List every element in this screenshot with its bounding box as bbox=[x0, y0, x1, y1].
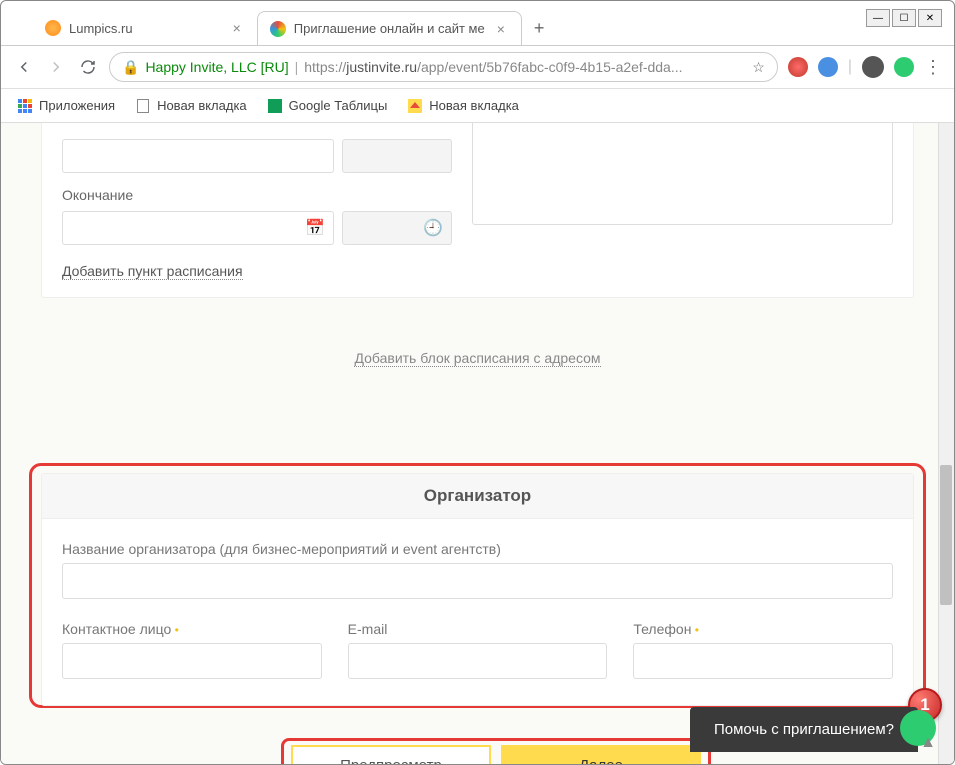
help-popup[interactable]: Помочь с приглашением? bbox=[690, 707, 918, 752]
close-icon[interactable]: × bbox=[229, 20, 245, 36]
menu-icon[interactable]: ⋮ bbox=[924, 57, 942, 78]
description-textarea[interactable] bbox=[472, 123, 893, 225]
phone-label: Телефон bbox=[633, 621, 893, 637]
address-bar[interactable]: 🔒 Happy Invite, LLC [RU] | https://justi… bbox=[109, 52, 778, 82]
calendar-icon: 📅 bbox=[305, 218, 325, 238]
page-icon bbox=[137, 99, 149, 113]
favicon-icon bbox=[270, 21, 286, 37]
window-close[interactable]: ✕ bbox=[918, 9, 942, 27]
date-input[interactable] bbox=[62, 139, 334, 173]
scrollbar-track[interactable] bbox=[938, 123, 954, 764]
image-icon bbox=[408, 99, 422, 113]
lock-icon: 🔒 bbox=[122, 59, 139, 76]
tab-lumpics[interactable]: Lumpics.ru × bbox=[33, 11, 257, 45]
bookmark-item[interactable]: Новая вкладка bbox=[407, 98, 519, 114]
back-button[interactable] bbox=[13, 56, 35, 78]
apps-button[interactable]: Приложения bbox=[17, 98, 115, 114]
organizer-name-label: Название организатора (для бизнес-меропр… bbox=[62, 541, 893, 557]
contact-input[interactable] bbox=[62, 643, 322, 679]
extension-icon[interactable] bbox=[818, 57, 838, 77]
add-schedule-item-link[interactable]: Добавить пункт расписания bbox=[62, 263, 243, 280]
scrollbar-thumb[interactable] bbox=[940, 465, 952, 605]
new-tab-button[interactable]: + bbox=[522, 18, 557, 39]
end-time-input[interactable]: 🕘 bbox=[342, 211, 452, 245]
bookmark-item[interactable]: Новая вкладка bbox=[135, 98, 247, 114]
bookmark-label: Приложения bbox=[39, 98, 115, 113]
extension-icon[interactable] bbox=[894, 57, 914, 77]
end-label: Окончание bbox=[62, 187, 452, 203]
contact-label: Контактное лицо bbox=[62, 621, 322, 637]
window-maximize[interactable]: ☐ bbox=[892, 9, 916, 27]
tab-title: Приглашение онлайн и сайт ме bbox=[294, 21, 485, 36]
close-icon[interactable]: × bbox=[493, 21, 509, 37]
bookmark-label: Google Таблицы bbox=[289, 98, 388, 113]
bookmark-star-icon[interactable]: ☆ bbox=[752, 59, 765, 76]
bookmark-label: Новая вкладка bbox=[157, 98, 247, 113]
preview-button[interactable]: Предпросмотр bbox=[291, 745, 491, 764]
profile-avatar[interactable] bbox=[862, 56, 884, 78]
page-content: Окончание 📅 🕘 Добавить пункт расписания … bbox=[1, 123, 954, 764]
clock-icon: 🕘 bbox=[423, 218, 443, 238]
organizer-card: Организатор Название организатора (для б… bbox=[41, 473, 914, 706]
email-input[interactable] bbox=[348, 643, 608, 679]
separator: | bbox=[295, 59, 299, 75]
time-input[interactable] bbox=[342, 139, 452, 173]
extension-icon[interactable] bbox=[788, 57, 808, 77]
tab-bar: Lumpics.ru × Приглашение онлайн и сайт м… bbox=[33, 11, 556, 45]
add-schedule-block-link[interactable]: Добавить блок расписания с адресом bbox=[354, 350, 600, 367]
tab-title: Lumpics.ru bbox=[69, 21, 133, 36]
cert-org: Happy Invite, LLC [RU] bbox=[145, 59, 288, 75]
tab-justinvite[interactable]: Приглашение онлайн и сайт ме × bbox=[257, 11, 522, 45]
next-button[interactable]: Далее bbox=[501, 745, 701, 764]
end-date-input[interactable]: 📅 bbox=[62, 211, 334, 245]
favicon-icon bbox=[45, 20, 61, 36]
apps-grid-icon bbox=[18, 99, 32, 113]
bookmark-item[interactable]: Google Таблицы bbox=[267, 98, 388, 114]
window-minimize[interactable]: — bbox=[866, 9, 890, 27]
sheets-icon bbox=[268, 99, 282, 113]
forward-button[interactable] bbox=[45, 56, 67, 78]
organizer-name-input[interactable] bbox=[62, 563, 893, 599]
email-label: E-mail bbox=[348, 621, 608, 637]
bookmark-label: Новая вкладка bbox=[429, 98, 519, 113]
organizer-title: Организатор bbox=[42, 474, 913, 519]
phone-input[interactable] bbox=[633, 643, 893, 679]
help-text: Помочь с приглашением? bbox=[714, 721, 894, 738]
scroll-up-icon: ▲ bbox=[920, 734, 936, 752]
reload-button[interactable] bbox=[77, 56, 99, 78]
bookmarks-bar: Приложения Новая вкладка Google Таблицы … bbox=[1, 89, 954, 123]
url-text: https://justinvite.ru/app/event/5b76fabc… bbox=[304, 59, 746, 75]
